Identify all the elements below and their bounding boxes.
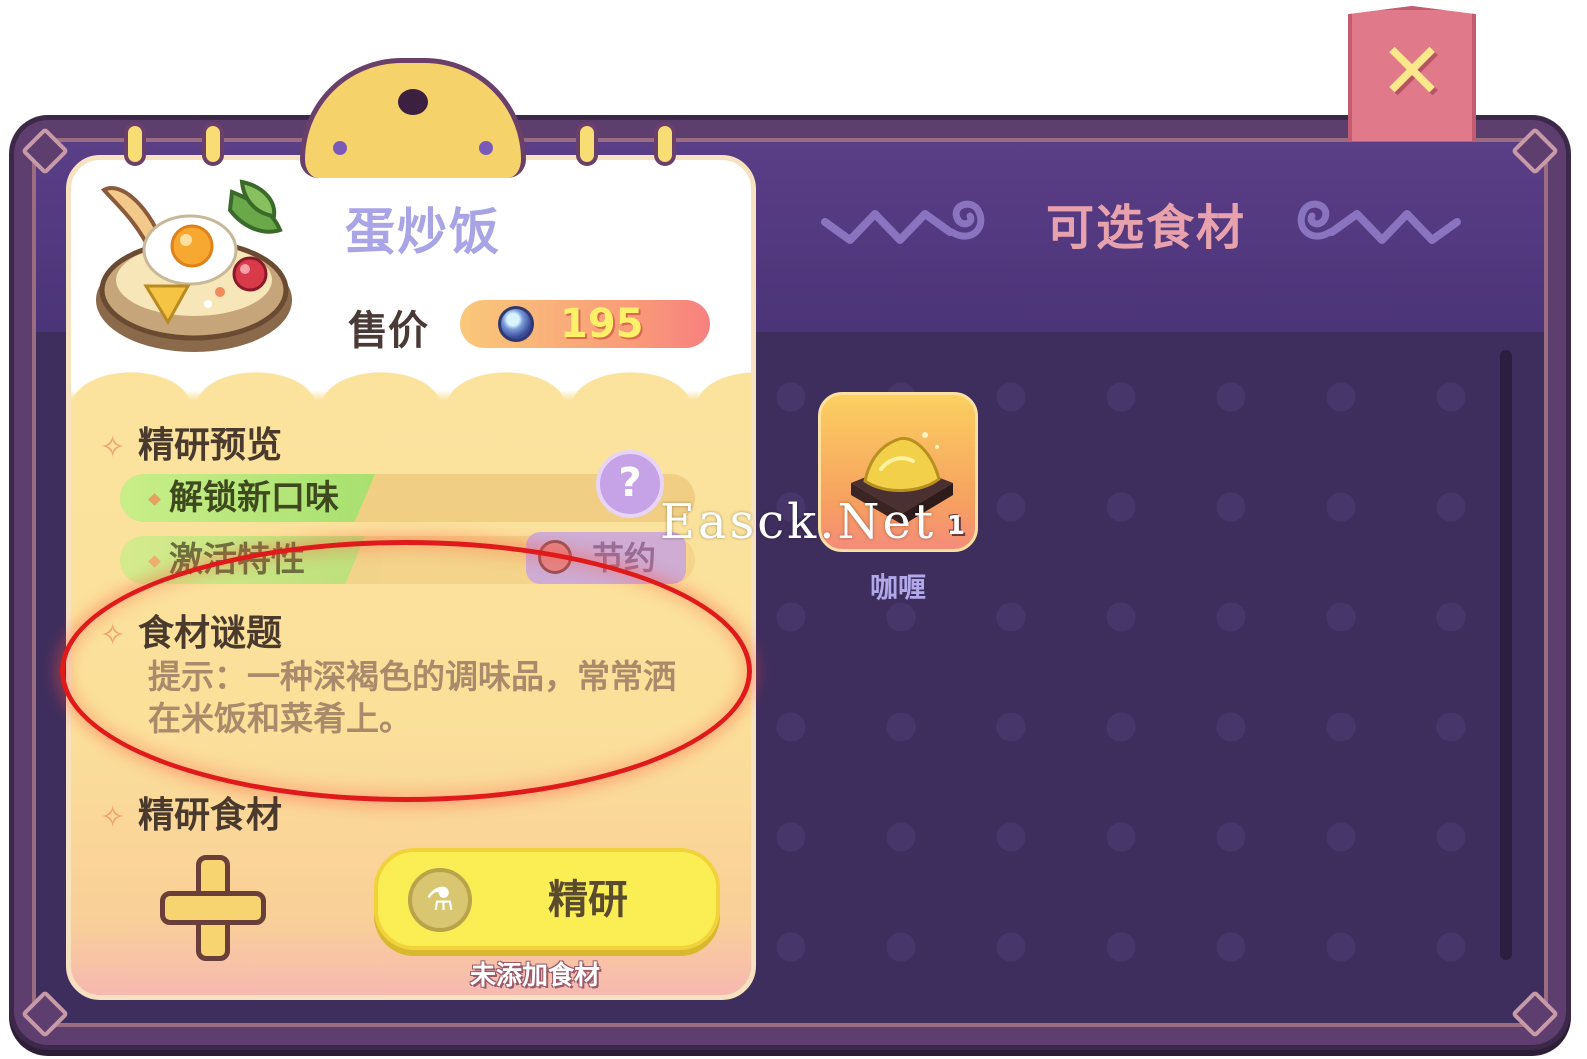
ingredient-count: 1 [946, 511, 965, 541]
price-value: 195 [560, 301, 644, 347]
clip-dot [479, 141, 493, 155]
highlight-ellipse [60, 540, 752, 802]
clip-dot [333, 141, 347, 155]
refine-button[interactable]: ⚗ 精研 [374, 848, 720, 950]
price-pill: 195 [460, 300, 710, 348]
plus-icon-bar [160, 891, 266, 925]
title-squiggle-right-icon [1297, 200, 1461, 244]
binder-ring [202, 122, 224, 166]
binder-ring [576, 122, 598, 166]
refine-button-label: 精研 [548, 877, 628, 923]
unlock-flavor-label: 解锁新口味 [150, 474, 339, 522]
add-ingredient-button[interactable] [160, 855, 266, 961]
clipboard-clip [300, 58, 526, 178]
title-squiggle-left-icon [821, 200, 985, 244]
refine-status-text: 未添加食材 [470, 961, 601, 991]
ingredient-name: 咖喱 [869, 571, 926, 604]
close-icon: ✕ [1379, 27, 1445, 117]
game-screen: 可选食材 1 咖喱 蛋炒饭 售价 195 ✧ 精研预览 解锁新口味 ? 激活特性… [0, 0, 1587, 1059]
refine-ingredient-heading: ✧ 精研食材 [100, 786, 282, 838]
close-button[interactable]: ✕ [1348, 6, 1476, 141]
ingredient-list-scrollbar[interactable] [1500, 350, 1512, 960]
selectable-ingredients-title: 可选食材 [1046, 200, 1247, 256]
price-label: 售价 [348, 308, 428, 354]
dish-name: 蛋炒饭 [345, 203, 501, 261]
binder-ring [654, 122, 676, 166]
sparkle-icon: ✧ [100, 800, 126, 835]
clip-hole [398, 89, 428, 115]
watermark: Easck.Net [660, 494, 937, 550]
binder-ring [124, 122, 146, 166]
fried-rice-dish-icon [96, 179, 292, 352]
sparkle-icon: ✧ [100, 430, 126, 465]
gem-currency-icon [498, 306, 534, 342]
refine-preview-heading: ✧ 精研预览 [100, 416, 282, 468]
help-button[interactable]: ? [596, 450, 664, 518]
flask-icon: ⚗ [408, 868, 472, 932]
refine-preview-heading-text: 精研预览 [138, 425, 283, 466]
refine-ingredient-heading-text: 精研食材 [138, 795, 283, 836]
